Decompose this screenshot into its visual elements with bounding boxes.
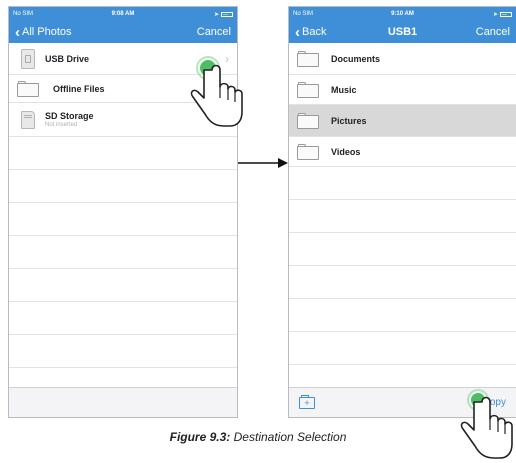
- empty-row: [9, 236, 237, 269]
- chevron-left-icon: ‹: [295, 23, 300, 41]
- battery-icon: [221, 11, 233, 17]
- back-label: Back: [302, 26, 327, 38]
- right-phone-screen: No SIM 9:10 AM ➤ ‹ Back USB1 Cancel Docu…: [288, 6, 516, 418]
- empty-row: [289, 200, 516, 233]
- tap-hand-icon: [460, 389, 513, 459]
- new-folder-icon[interactable]: +: [299, 394, 315, 409]
- arrow-right-icon: [238, 158, 288, 168]
- list-item-label: Offline Files: [53, 83, 105, 94]
- list-item-videos[interactable]: Videos: [289, 137, 516, 167]
- chevron-left-icon: ‹: [15, 23, 20, 41]
- list-item-music[interactable]: Music: [289, 75, 516, 105]
- figure-label: Figure 9.3:: [169, 430, 231, 444]
- status-time: 9:08 AM: [111, 11, 135, 17]
- cancel-button[interactable]: Cancel: [197, 26, 231, 38]
- folder-list: Documents Music Pictures Videos: [289, 43, 516, 365]
- empty-row: [289, 167, 516, 200]
- caption-text: Destination Selection: [233, 430, 347, 444]
- list-item-sublabel: Not inserted: [45, 122, 78, 128]
- folder-icon: [17, 80, 39, 97]
- empty-row: [9, 203, 237, 236]
- status-bar: No SIM 9:08 AM ➤: [9, 7, 237, 21]
- empty-row: [9, 137, 237, 170]
- empty-row: [289, 299, 516, 332]
- list-item-label: Pictures: [331, 115, 367, 126]
- nav-bar: ‹ Back USB1 Cancel: [289, 21, 516, 43]
- folder-icon: [297, 143, 319, 160]
- empty-row: [289, 266, 516, 299]
- folder-icon: [297, 81, 319, 98]
- tap-hand-icon: [190, 56, 243, 127]
- empty-row: [9, 335, 237, 368]
- empty-row: [9, 302, 237, 335]
- list-item-documents[interactable]: Documents: [289, 43, 516, 75]
- nav-bar: ‹ All Photos Cancel: [9, 21, 237, 43]
- list-item-label: SD Storage: [45, 111, 94, 121]
- status-bar: No SIM 9:10 AM ➤: [289, 7, 516, 21]
- sd-card-icon: [21, 110, 35, 129]
- empty-row: [9, 269, 237, 302]
- back-label: All Photos: [22, 26, 72, 38]
- folder-icon: [297, 50, 319, 67]
- list-item-label: Documents: [331, 53, 381, 64]
- folder-icon: [297, 112, 319, 129]
- list-item-label: USB Drive: [45, 53, 90, 64]
- list-item-label: Videos: [331, 146, 361, 157]
- empty-row: [289, 332, 516, 365]
- back-button[interactable]: ‹ Back: [295, 25, 326, 40]
- battery-icon: [500, 11, 512, 17]
- empty-row: [289, 233, 516, 266]
- empty-row: [9, 170, 237, 203]
- status-time: 9:10 AM: [391, 11, 414, 17]
- list-item-label: Music: [331, 84, 357, 95]
- back-button[interactable]: ‹ All Photos: [15, 25, 72, 40]
- cancel-button[interactable]: Cancel: [476, 26, 510, 38]
- figure-caption: Figure 9.3: Destination Selection: [0, 430, 516, 444]
- list-item-pictures[interactable]: Pictures: [289, 105, 516, 137]
- usb-drive-icon: [21, 48, 35, 69]
- bottom-toolbar: [9, 387, 237, 417]
